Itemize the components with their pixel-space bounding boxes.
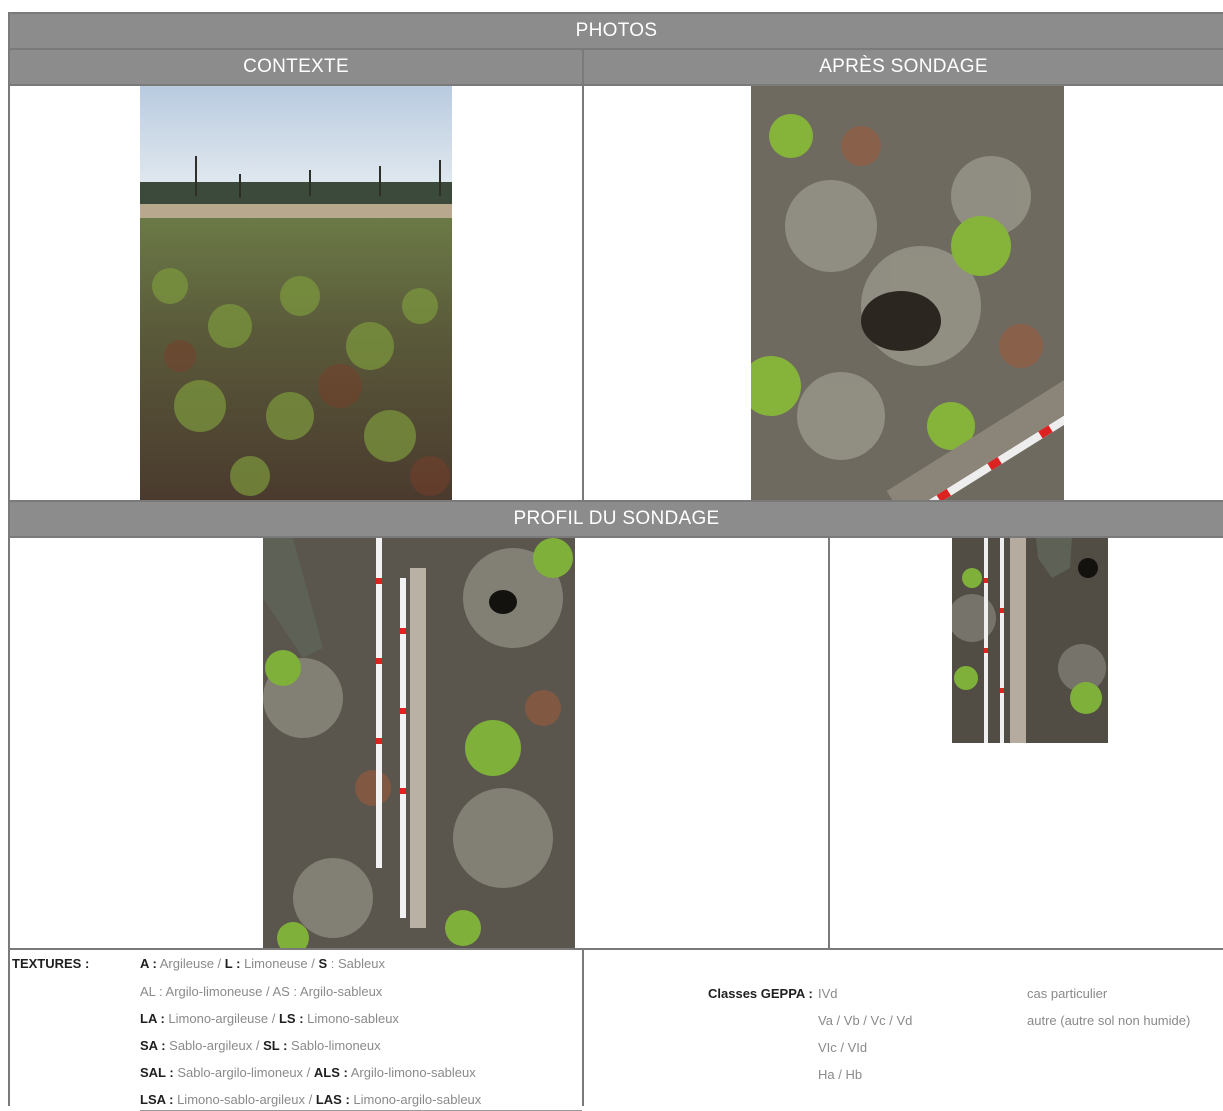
texture-name: : Sableux bbox=[327, 956, 385, 971]
texture-name: Argilo-limono-sableux bbox=[347, 1065, 476, 1080]
texture-code: LS : bbox=[278, 1011, 304, 1026]
texture-name: AL : Argilo-limoneuse / AS : Argilo-sabl… bbox=[140, 984, 383, 999]
soil-profile-image bbox=[263, 538, 575, 950]
geppa-class: Va / Vb / Vc / Vd bbox=[818, 1013, 913, 1028]
apres-sondage-header: APRÈS SONDAGE bbox=[584, 50, 1223, 84]
geppa-note: cas particulier bbox=[1027, 986, 1108, 1001]
texture-name: Sablo-argilo-limoneux / bbox=[173, 1065, 314, 1080]
photos-header: PHOTOS bbox=[10, 14, 1223, 48]
profil-photo-detail bbox=[952, 538, 1108, 743]
texture-code: LA : bbox=[140, 1011, 165, 1026]
texture-name: Limono-sablo-argileux / bbox=[173, 1092, 316, 1107]
texture-name: Limono-argilo-sableux bbox=[349, 1092, 482, 1107]
texture-row: SA : Sablo-argileux / SL : Sablo-limoneu… bbox=[140, 1038, 381, 1053]
texture-code: S bbox=[318, 956, 328, 971]
texture-row: LSA : Limono-sablo-argileux / LAS : Limo… bbox=[140, 1092, 481, 1107]
texture-name: Argileuse / bbox=[156, 956, 225, 971]
texture-row: SAL : Sablo-argilo-limoneux / ALS : Argi… bbox=[140, 1065, 476, 1080]
texture-row: A : Argileuse / L : Limoneuse / S : Sabl… bbox=[140, 956, 385, 971]
column-divider bbox=[582, 950, 584, 1106]
geppa-note: autre (autre sol non humide) bbox=[1027, 1013, 1191, 1028]
geppa-label: Classes GEPPA : bbox=[708, 986, 813, 1001]
apres-sondage-photo bbox=[751, 86, 1064, 501]
texture-row: AL : Argilo-limoneuse / AS : Argilo-sabl… bbox=[140, 984, 382, 999]
texture-code: SA : bbox=[140, 1038, 166, 1053]
texture-name: Limono-sableux bbox=[303, 1011, 399, 1026]
profil-header: PROFIL DU SONDAGE bbox=[10, 502, 1223, 536]
texture-code: LSA : bbox=[140, 1092, 174, 1107]
texture-name: Sablo-argileux / bbox=[165, 1038, 264, 1053]
textures-title: TEXTURES : bbox=[12, 956, 90, 971]
texture-name: Sablo-limoneux bbox=[287, 1038, 381, 1053]
contexte-photo bbox=[140, 86, 452, 501]
left-border bbox=[8, 12, 10, 1106]
soil-profile-detail-image bbox=[952, 538, 1108, 743]
texture-name: Limoneuse / bbox=[240, 956, 319, 971]
column-divider bbox=[828, 538, 830, 950]
texture-code: A : bbox=[140, 956, 157, 971]
profil-photo-main bbox=[263, 538, 575, 950]
landscape-image bbox=[140, 86, 452, 501]
soil-pit-top-image bbox=[751, 86, 1064, 501]
texture-code: SAL : bbox=[140, 1065, 174, 1080]
texture-code: LAS : bbox=[315, 1092, 350, 1107]
record-sheet: PHOTOS CONTEXTE APRÈS SONDAGE PROFIL DU … bbox=[8, 12, 1223, 1111]
contexte-header: CONTEXTE bbox=[10, 50, 582, 84]
texture-row: LA : Limono-argileuse / LS : Limono-sabl… bbox=[140, 1011, 399, 1026]
divider bbox=[8, 948, 1223, 950]
texture-code: ALS : bbox=[313, 1065, 348, 1080]
texture-name: Limono-argileuse / bbox=[164, 1011, 279, 1026]
column-divider bbox=[582, 50, 584, 502]
texture-code: SL : bbox=[263, 1038, 288, 1053]
texture-code: L : bbox=[224, 956, 241, 971]
geppa-class: VIc / VId bbox=[818, 1040, 868, 1055]
geppa-class: IVd bbox=[818, 986, 838, 1001]
geppa-class: Ha / Hb bbox=[818, 1067, 863, 1082]
